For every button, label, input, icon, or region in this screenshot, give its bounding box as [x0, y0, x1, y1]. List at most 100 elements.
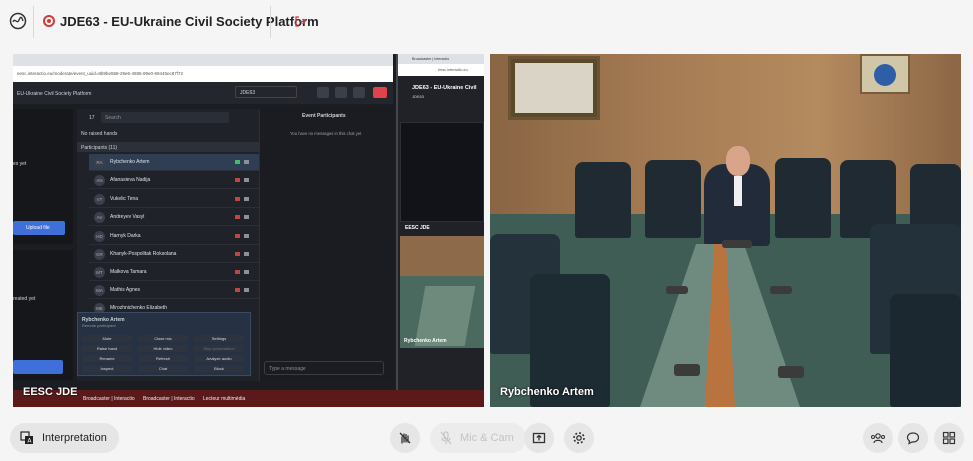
participant-name: Harnyk Darka — [110, 233, 141, 239]
chat-empty-text: You have no messages in this chat yet — [290, 131, 362, 136]
tile-name-label: EESC JDE — [23, 386, 78, 398]
nested-addressbar: eesc.interactio.eu — [398, 64, 484, 76]
top-bar: JDE63 - EU-Ukraine Civil Society Platfor… — [0, 0, 973, 44]
participant-popup: Rybchenko Artem Remote participant Mute … — [77, 312, 251, 376]
browser-url: eesc.interactio.eu/moderate/event_uuid=8… — [17, 71, 184, 76]
leave-icon[interactable] — [294, 15, 307, 28]
search-box: Search — [101, 112, 229, 123]
popup-button: Chat — [138, 365, 188, 372]
nested-window: Broadcaster | Interactio eesc.interactio… — [396, 54, 484, 390]
avatar: AN — [94, 175, 105, 186]
popup-button: Refresh — [138, 355, 188, 362]
nested-room: JDE63 — [412, 94, 425, 99]
status-icons — [235, 160, 251, 164]
video-tile-rybchenko-artem[interactable]: Rybchenko Artem — [490, 54, 961, 407]
popup-button: Analyze audio — [194, 355, 244, 362]
status-icons — [235, 270, 251, 274]
status-icons — [235, 234, 251, 238]
emblem-frame — [860, 54, 910, 94]
search-placeholder: Search — [105, 115, 121, 121]
toolbar-button — [317, 87, 329, 98]
popup-subtitle: Remote participant — [82, 323, 116, 328]
left-panel-bottom: reated yet — [13, 250, 73, 380]
nested-label-2: Rybchenko Artem — [404, 338, 447, 344]
leave-button-mini — [373, 87, 387, 98]
mic-cam-button[interactable]: Mic & Cam — [430, 423, 526, 453]
chat-button[interactable] — [898, 423, 928, 453]
participant-row: HD Harnyk Darka — [89, 228, 259, 245]
avatar: MT — [94, 267, 105, 278]
popup-button: Close mic — [138, 335, 188, 342]
toolbar-button — [335, 87, 347, 98]
status-icons — [235, 215, 251, 219]
participant-name: Khanyk-Pospolitak Roksolana — [110, 251, 177, 257]
participant-name: Rybchenko Artem — [110, 159, 150, 165]
taskbar-item: Broadcaster | Interactio — [143, 396, 195, 402]
apps-button[interactable] — [934, 423, 964, 453]
taskbar-item: Lecteur multimédia — [203, 396, 246, 402]
status-icons — [235, 288, 251, 292]
microphone — [770, 286, 792, 294]
avatar: VT — [94, 194, 105, 205]
hand-off-icon — [399, 432, 411, 444]
settings-icon — [573, 432, 585, 444]
popup-button: Settings — [194, 335, 244, 342]
nested-room-thumb: Rybchenko Artem — [400, 236, 484, 348]
participant-name: Vukelic Tena — [110, 196, 139, 202]
event-title: JDE63 - EU-Ukraine Civil Society Platfor… — [60, 14, 319, 29]
app-logo-icon[interactable] — [9, 12, 27, 30]
avatar: AV — [94, 212, 105, 223]
chat-input-placeholder: Type a message — [269, 366, 306, 372]
participant-row: AV Andreyev Vasyl — [89, 209, 259, 226]
avatar: KR — [94, 249, 105, 260]
interpretation-button[interactable]: A Interpretation — [10, 423, 119, 453]
participant-row: AN Afanasieva Nadija — [89, 172, 259, 189]
person-head — [726, 146, 750, 176]
avatar: MA — [94, 285, 105, 296]
room-select: JDE63 — [235, 86, 297, 98]
left-text-2: reated yet — [13, 296, 36, 302]
participant-row: MT Malkova Tamara — [89, 264, 259, 281]
toolbar-button — [353, 87, 365, 98]
raise-hand-button[interactable] — [390, 423, 420, 453]
video-tile-screen-share[interactable]: eesc.interactio.eu/moderate/event_uuid=8… — [13, 54, 484, 407]
emblem — [874, 64, 896, 86]
participant-name: Malkova Tamara — [110, 269, 147, 275]
avatar: RA — [94, 157, 105, 168]
participant-row: RA Rybchenko Artem — [89, 154, 259, 171]
blue-button — [13, 360, 63, 374]
participants-icon — [871, 433, 885, 444]
popup-button: Rename — [82, 355, 132, 362]
participants-header-row: Participants (11) — [77, 142, 263, 152]
apps-icon — [942, 431, 956, 445]
person-shirt — [734, 176, 742, 206]
nested-tab: Broadcaster | Interactio — [412, 57, 450, 61]
divider — [270, 6, 271, 38]
popup-button: Block — [194, 365, 244, 372]
microphone — [778, 366, 804, 378]
divider — [33, 6, 34, 38]
chat-input-mini: Type a message — [264, 361, 384, 375]
popup-button: Hide video — [138, 345, 188, 352]
status-icons — [235, 252, 251, 256]
nested-tabbar: Broadcaster | Interactio — [398, 54, 484, 64]
chat-panel: Event Participants You have no messages … — [259, 109, 393, 381]
nested-url: eesc.interactio.eu — [438, 68, 468, 72]
taskbar: Broadcaster | Interactio Broadcaster | I… — [13, 390, 484, 407]
share-screen-icon — [532, 432, 546, 444]
bottom-control-bar: A Interpretation Mic & Cam — [0, 416, 973, 461]
participants-button[interactable] — [863, 423, 893, 453]
participant-row: MA Mathis Agnes — [89, 282, 259, 299]
nested-title: JDE63 - EU-Ukraine Civil — [412, 85, 477, 91]
participant-name: Mirozhnichenko Elizabeth — [110, 305, 167, 311]
tile-name-label: Rybchenko Artem — [500, 386, 594, 398]
chat-panel-title: Event Participants — [302, 113, 346, 119]
share-screen-button[interactable] — [524, 423, 554, 453]
translate-icon: A — [20, 431, 33, 445]
settings-button[interactable] — [564, 423, 594, 453]
popup-button: Raise hand — [82, 345, 132, 352]
chair — [775, 158, 831, 238]
mic-off-icon — [440, 431, 452, 445]
chat-icon — [906, 432, 920, 445]
status-icons — [235, 178, 251, 182]
